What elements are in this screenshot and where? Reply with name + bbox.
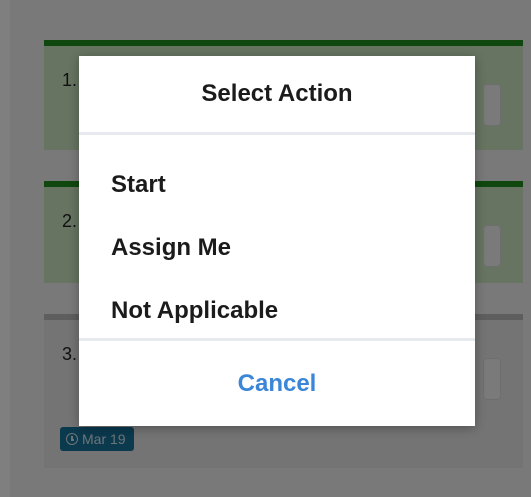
action-options-list: Start Assign Me Not Applicable (79, 135, 475, 341)
dialog-title: Select Action (79, 56, 475, 135)
action-option-not-applicable[interactable]: Not Applicable (79, 279, 475, 342)
cancel-button[interactable]: Cancel (238, 370, 317, 398)
dialog-footer: Cancel (79, 341, 475, 426)
action-option-start[interactable]: Start (79, 153, 475, 216)
action-option-assign-me[interactable]: Assign Me (79, 216, 475, 279)
select-action-dialog: Select Action Start Assign Me Not Applic… (79, 56, 475, 426)
